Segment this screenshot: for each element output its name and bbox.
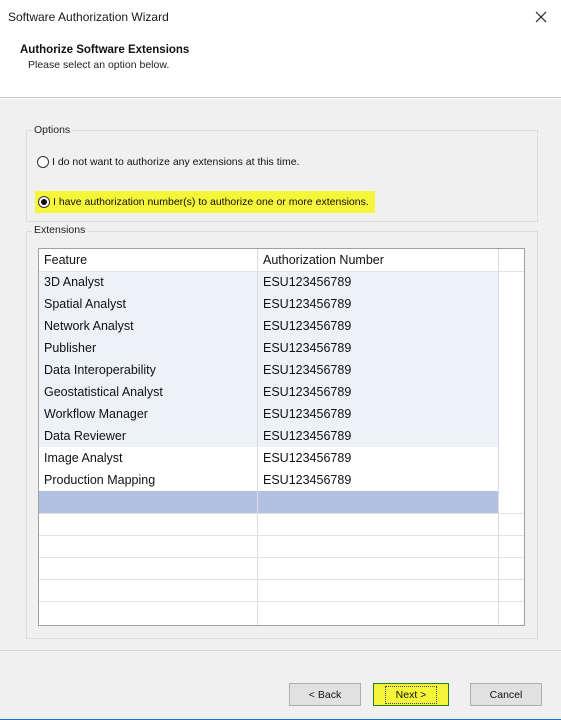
- back-button[interactable]: < Back: [289, 683, 361, 706]
- next-button[interactable]: Next >: [373, 683, 449, 706]
- table-cell-feature[interactable]: Data Interoperability: [39, 359, 258, 381]
- table-cell-feature[interactable]: Production Mapping: [39, 469, 258, 491]
- wizard-header: Authorize Software Extensions Please sel…: [0, 34, 561, 98]
- radio-button-have-authorization[interactable]: [38, 196, 50, 208]
- extensions-table[interactable]: Feature Authorization Number 3D Analyst …: [38, 248, 525, 626]
- extensions-group-label: Extensions: [32, 224, 88, 236]
- table-cell-feature[interactable]: Geostatistical Analyst: [39, 381, 258, 403]
- table-cell-feature[interactable]: Image Analyst: [39, 447, 258, 469]
- row-divider: [39, 271, 524, 272]
- cancel-button[interactable]: Cancel: [470, 683, 542, 706]
- option-no-authorize-label: I do not want to authorize any extension…: [52, 156, 300, 168]
- column-header-authorization-number[interactable]: Authorization Number: [258, 249, 499, 271]
- page-subtitle: Please select an option below.: [28, 59, 170, 71]
- column-header-feature[interactable]: Feature: [39, 249, 258, 271]
- row-divider: [39, 535, 524, 536]
- table-cell-feature[interactable]: 3D Analyst: [39, 271, 258, 293]
- column-divider: [498, 249, 499, 625]
- table-cell-authorization-number[interactable]: ESU123456789: [258, 337, 499, 359]
- table-cell-feature[interactable]: Data Reviewer: [39, 425, 258, 447]
- table-cell-authorization-number[interactable]: ESU123456789: [258, 425, 499, 447]
- option-have-authorization[interactable]: I have authorization number(s) to author…: [35, 191, 375, 213]
- close-icon: [535, 11, 547, 23]
- options-group-label: Options: [32, 124, 73, 136]
- row-divider: [39, 579, 524, 580]
- title-bar: Software Authorization Wizard: [0, 0, 561, 34]
- table-cell-authorization-number[interactable]: ESU123456789: [258, 469, 499, 491]
- column-divider: [257, 249, 258, 625]
- option-no-authorize[interactable]: I do not want to authorize any extension…: [37, 156, 299, 168]
- table-cell-feature[interactable]: Publisher: [39, 337, 258, 359]
- table-cell-authorization-number[interactable]: ESU123456789: [258, 403, 499, 425]
- footer-divider: [0, 650, 561, 651]
- row-divider: [39, 513, 524, 514]
- table-cell-authorization-number[interactable]: ESU123456789: [258, 315, 499, 337]
- table-cell-feature[interactable]: Workflow Manager: [39, 403, 258, 425]
- table-cell-authorization-number[interactable]: ESU123456789: [258, 293, 499, 315]
- table-cell-authorization-number[interactable]: ESU123456789: [258, 447, 499, 469]
- table-row-new-selected-auth[interactable]: [258, 491, 499, 513]
- table-cell-authorization-number[interactable]: ESU123456789: [258, 359, 499, 381]
- option-have-authorization-label: I have authorization number(s) to author…: [53, 196, 369, 208]
- table-cell-feature[interactable]: Network Analyst: [39, 315, 258, 337]
- table-row-new-selected[interactable]: [39, 491, 258, 513]
- window-title: Software Authorization Wizard: [8, 10, 169, 24]
- row-divider: [39, 601, 524, 602]
- table-cell-feature[interactable]: Spatial Analyst: [39, 293, 258, 315]
- close-button[interactable]: [521, 0, 561, 34]
- table-cell-authorization-number[interactable]: ESU123456789: [258, 271, 499, 293]
- page-title: Authorize Software Extensions: [20, 44, 190, 56]
- radio-button-no-authorize[interactable]: [37, 156, 49, 168]
- next-button-label: Next >: [384, 685, 438, 704]
- column-header-spare: [499, 249, 524, 271]
- row-divider: [39, 557, 524, 558]
- table-cell-authorization-number[interactable]: ESU123456789: [258, 381, 499, 403]
